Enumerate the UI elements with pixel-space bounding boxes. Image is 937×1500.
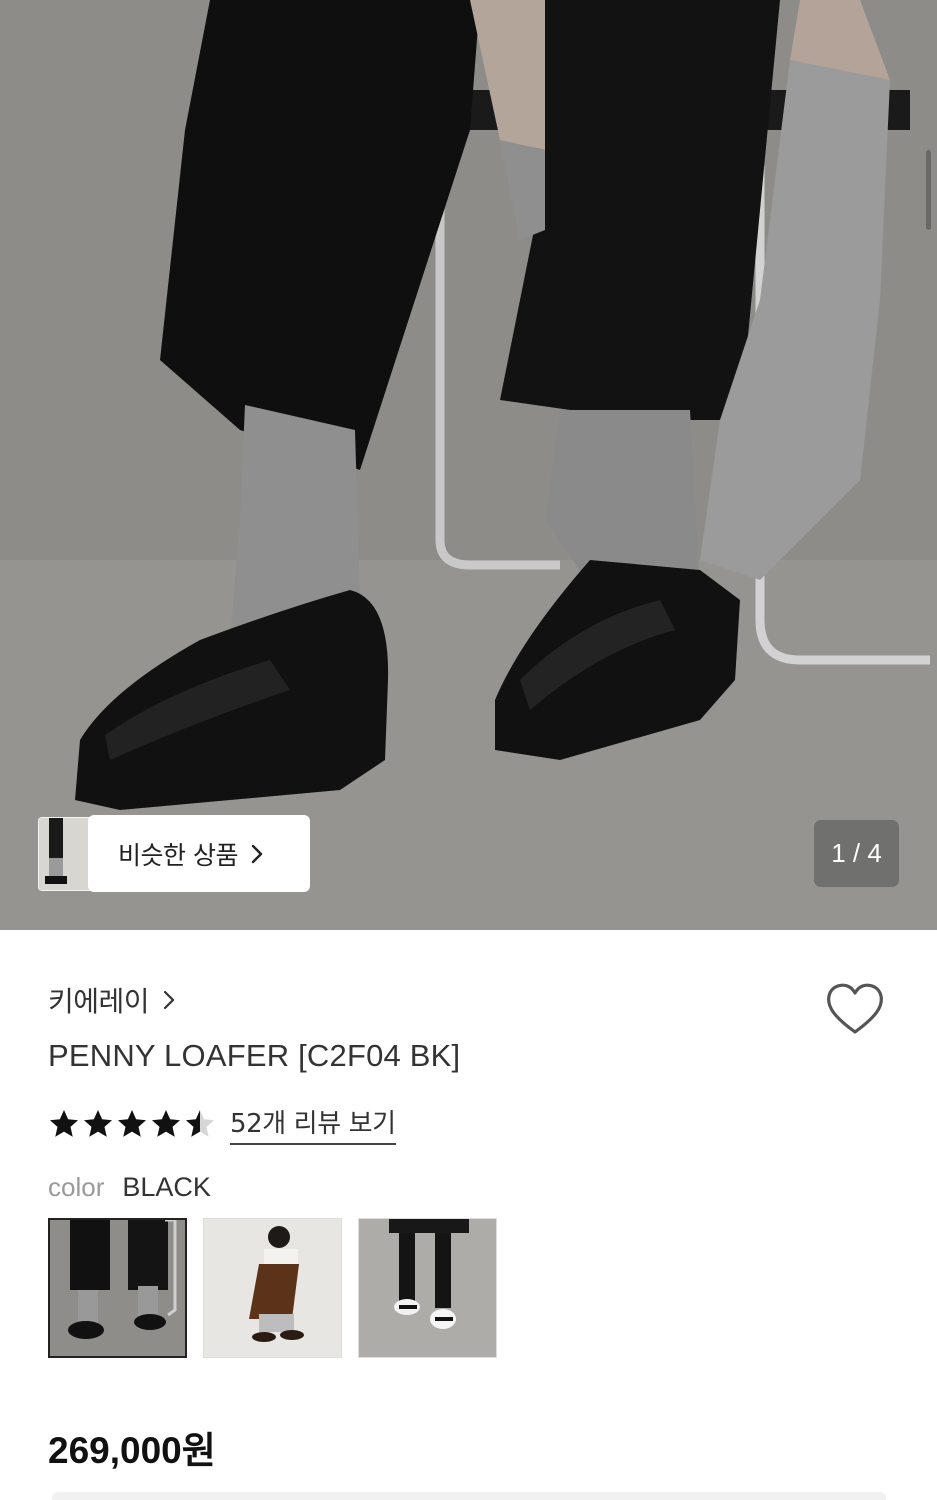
rating-stars bbox=[48, 1108, 216, 1140]
star-icon bbox=[84, 1110, 112, 1137]
heart-outline-icon[interactable] bbox=[823, 978, 887, 1038]
scroll-indicator bbox=[926, 150, 931, 230]
brand-link[interactable]: 키에레이 bbox=[48, 980, 175, 1020]
price-amount: 269,000 bbox=[48, 1430, 182, 1471]
swatch-black[interactable] bbox=[48, 1218, 187, 1358]
product-image[interactable] bbox=[0, 0, 937, 930]
reviews-link[interactable]: 52개 리뷰 보기 bbox=[230, 1103, 396, 1145]
price-currency: 원 bbox=[181, 1429, 216, 1472]
similar-products-button[interactable]: 비슷한 상품 bbox=[38, 815, 310, 892]
product-price: 269,000원 bbox=[48, 1420, 216, 1474]
similar-products-label-box[interactable]: 비슷한 상품 bbox=[88, 815, 310, 892]
star-icon bbox=[152, 1110, 180, 1137]
color-value: BLACK bbox=[122, 1172, 211, 1202]
bottom-panel-edge bbox=[52, 1492, 886, 1500]
similar-products-label: 비슷한 상품 bbox=[118, 840, 238, 870]
color-label: color bbox=[48, 1172, 105, 1202]
product-title: PENNY LOAFER [C2F04 BK] bbox=[48, 1038, 461, 1073]
image-counter: 1 / 4 bbox=[814, 820, 899, 887]
brand-name: 키에레이 bbox=[48, 985, 150, 1018]
color-swatches bbox=[48, 1218, 497, 1358]
star-icon bbox=[50, 1110, 78, 1137]
product-photo bbox=[0, 0, 937, 930]
star-icon bbox=[118, 1110, 146, 1137]
star-icon bbox=[186, 1110, 214, 1137]
swatch-brown[interactable] bbox=[203, 1218, 342, 1358]
swatch-white[interactable] bbox=[358, 1218, 497, 1358]
chevron-right-icon bbox=[251, 844, 263, 863]
rating-row: 52개 리뷰 보기 bbox=[48, 1103, 396, 1145]
chevron-right-icon bbox=[163, 990, 175, 1010]
color-row: color BLACK bbox=[48, 1172, 211, 1203]
